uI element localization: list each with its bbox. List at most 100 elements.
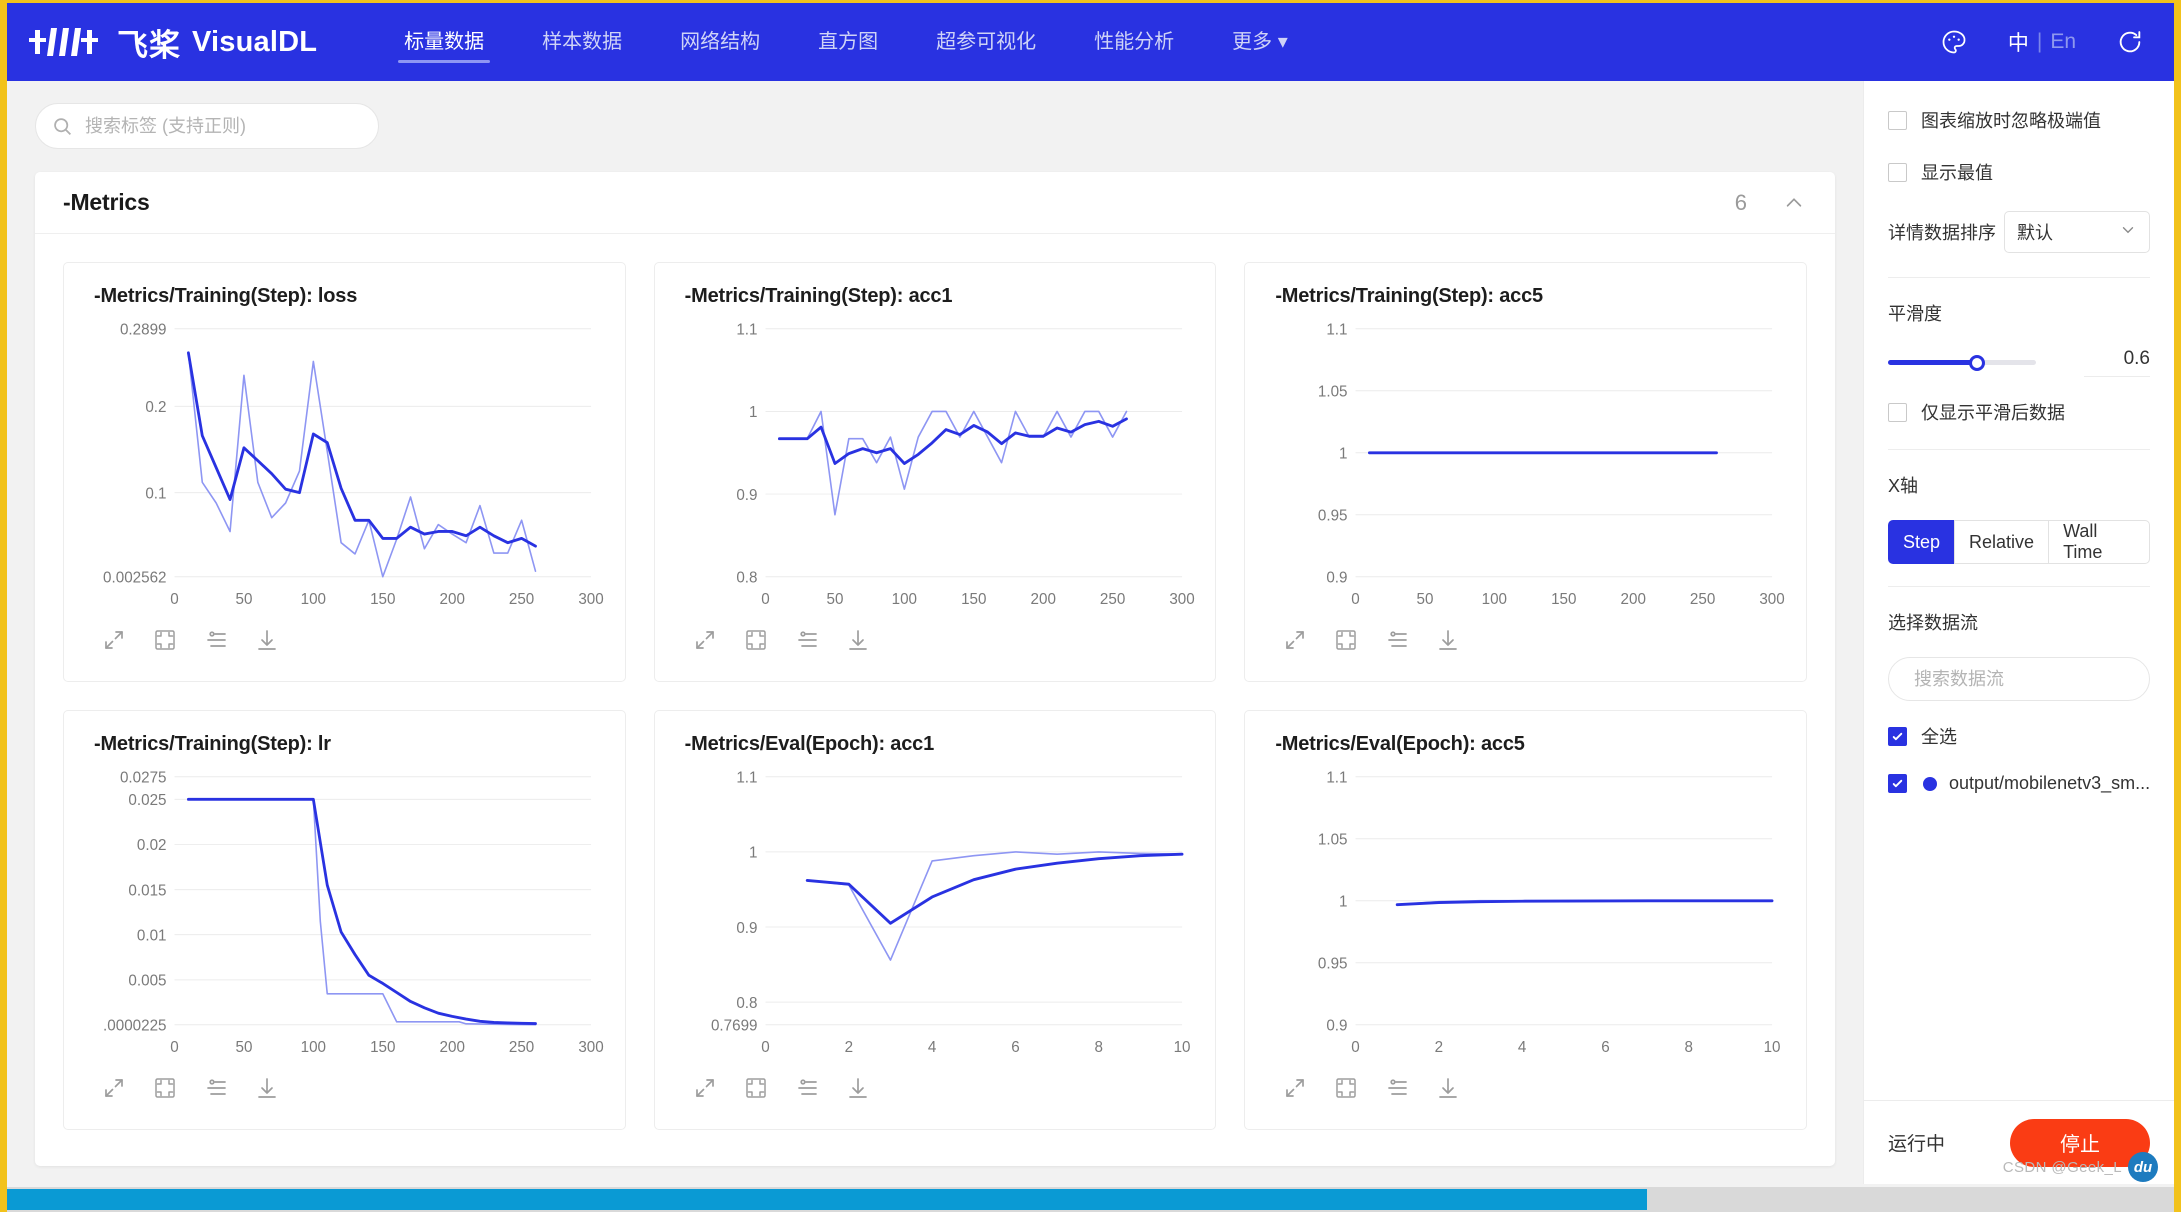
horizontal-scrollbar[interactable] bbox=[7, 1187, 2174, 1212]
language-toggle[interactable]: 中 | En bbox=[2008, 27, 2076, 57]
expand-icon[interactable] bbox=[693, 1076, 717, 1100]
stream-item-label: output/mobilenetv3_sm... bbox=[1949, 773, 2150, 793]
expand-icon[interactable] bbox=[102, 1076, 126, 1100]
chart-plot[interactable]: 1.1 1.05 1 0.95 0.9 0 50 100 150 200 250 300 bbox=[1261, 314, 1790, 626]
expand-icon[interactable] bbox=[102, 628, 126, 652]
checkbox-only-smoothed[interactable]: 仅显示平滑后数据 bbox=[1888, 399, 2150, 425]
metrics-panel-header[interactable]: -Metrics 6 bbox=[35, 172, 1835, 234]
palette-icon[interactable] bbox=[1940, 28, 1968, 56]
svg-text:100: 100 bbox=[301, 591, 326, 608]
fit-icon[interactable] bbox=[744, 628, 768, 652]
list-item[interactable]: output/mobilenetv3_sm... bbox=[1888, 773, 2150, 794]
chart-plot[interactable]: 1.1 1 0.9 0.8 0.7699 0 2 4 6 8 10 bbox=[671, 762, 1200, 1074]
svg-text:0.95: 0.95 bbox=[1318, 955, 1348, 972]
svg-text:1.05: 1.05 bbox=[1318, 831, 1348, 848]
nav-item-profiler[interactable]: 性能分析 bbox=[1088, 3, 1180, 81]
chart-toolbar bbox=[693, 1076, 1200, 1100]
slider-handle[interactable] bbox=[1968, 354, 1985, 371]
checkbox-box[interactable] bbox=[1888, 726, 1907, 746]
scrollbar-thumb[interactable] bbox=[7, 1189, 1647, 1210]
checkbox-box[interactable] bbox=[1888, 402, 1907, 422]
page-title: -Metrics bbox=[63, 189, 150, 215]
chart-plot[interactable]: 0.2899 0.2 0.1 0.002562 0 50 100 150 200 250 300 bbox=[80, 314, 609, 626]
svg-text:300: 300 bbox=[578, 1039, 603, 1056]
svg-text:50: 50 bbox=[826, 591, 843, 608]
chart-plot[interactable]: 1.1 1.05 1 0.95 0.9 0 2 4 6 8 10 bbox=[1261, 762, 1790, 1074]
chart-toolbar bbox=[1283, 628, 1790, 652]
svg-text:1.1: 1.1 bbox=[1327, 769, 1348, 786]
detail-sort-value: 默认 bbox=[2017, 223, 2053, 243]
svg-text:10: 10 bbox=[1764, 1039, 1781, 1056]
expand-icon[interactable] bbox=[1283, 628, 1307, 652]
tag-search-box[interactable] bbox=[35, 103, 379, 149]
nav-menu: 标量数据 样本数据 网络结构 直方图 超参可视化 性能分析 更多 ▾ bbox=[375, 3, 1317, 81]
download-icon[interactable] bbox=[846, 628, 870, 652]
checkbox-show-extremes[interactable]: 显示最值 bbox=[1888, 159, 2150, 185]
smoothing-slider[interactable] bbox=[1888, 354, 2036, 371]
download-icon[interactable] bbox=[846, 1076, 870, 1100]
svg-text:50: 50 bbox=[1417, 591, 1434, 608]
settings-sidebar: 图表缩放时忽略极端值 显示最值 详情数据排序 默认 平滑度 0.6 仅显示平滑后… bbox=[1863, 81, 2174, 1184]
filter-icon[interactable] bbox=[795, 628, 819, 652]
xaxis-option-step[interactable]: Step bbox=[1888, 520, 1956, 564]
fit-icon[interactable] bbox=[1334, 1076, 1358, 1100]
filter-icon[interactable] bbox=[204, 628, 228, 652]
filter-icon[interactable] bbox=[1385, 628, 1409, 652]
svg-text:0.005: 0.005 bbox=[128, 972, 166, 989]
fit-icon[interactable] bbox=[744, 1076, 768, 1100]
detail-sort-row: 详情数据排序 默认 bbox=[1888, 211, 2150, 253]
xaxis-segmented-control: Step Relative Wall Time bbox=[1888, 520, 2150, 564]
filter-icon[interactable] bbox=[1385, 1076, 1409, 1100]
download-icon[interactable] bbox=[1436, 1076, 1460, 1100]
fit-icon[interactable] bbox=[153, 1076, 177, 1100]
nav-right-actions: 中 | En bbox=[1900, 27, 2144, 57]
app-logo[interactable]: 飞桨 VisualDL bbox=[29, 20, 317, 65]
divider bbox=[1888, 449, 2150, 450]
fit-icon[interactable] bbox=[1334, 628, 1358, 652]
chart-plot[interactable]: 0.0275 0.025 0.02 0.015 0.01 0.005 .0000225 0 50… bbox=[80, 762, 609, 1074]
svg-text:0.01: 0.01 bbox=[137, 927, 167, 944]
fit-icon[interactable] bbox=[153, 628, 177, 652]
download-icon[interactable] bbox=[255, 1076, 279, 1100]
detail-sort-select[interactable]: 默认 bbox=[2004, 211, 2150, 253]
xaxis-option-relative[interactable]: Relative bbox=[1954, 520, 2050, 564]
nav-item-hyperparams[interactable]: 超参可视化 bbox=[930, 3, 1042, 81]
stream-select-all[interactable]: 全选 bbox=[1888, 723, 2150, 749]
checkbox-box[interactable] bbox=[1888, 774, 1907, 793]
chevron-up-icon[interactable] bbox=[1783, 192, 1805, 214]
nav-item-samples[interactable]: 样本数据 bbox=[536, 3, 628, 81]
nav-item-graph[interactable]: 网络结构 bbox=[674, 3, 766, 81]
checkbox-ignore-outliers[interactable]: 图表缩放时忽略极端值 bbox=[1888, 107, 2150, 133]
stream-search-input[interactable] bbox=[1914, 668, 2146, 690]
svg-text:0.002562: 0.002562 bbox=[103, 569, 166, 586]
search-input[interactable] bbox=[85, 115, 362, 137]
svg-text:1.1: 1.1 bbox=[1327, 321, 1348, 338]
svg-text:0.02: 0.02 bbox=[137, 837, 167, 854]
svg-text:300: 300 bbox=[578, 591, 603, 608]
svg-text:300: 300 bbox=[1760, 591, 1785, 608]
svg-text:0.8: 0.8 bbox=[736, 995, 757, 1012]
nav-item-histogram[interactable]: 直方图 bbox=[812, 3, 884, 81]
download-icon[interactable] bbox=[1436, 628, 1460, 652]
metrics-count-badge: 6 bbox=[1734, 189, 1747, 215]
nav-item-more[interactable]: 更多 ▾ bbox=[1226, 3, 1294, 81]
smoothing-value[interactable]: 0.6 bbox=[2084, 348, 2150, 377]
nav-item-scalar[interactable]: 标量数据 bbox=[398, 3, 491, 81]
checkbox-box[interactable] bbox=[1888, 162, 1907, 182]
xaxis-option-wall-time[interactable]: Wall Time bbox=[2048, 520, 2150, 564]
svg-text:200: 200 bbox=[1030, 591, 1055, 608]
filter-icon[interactable] bbox=[795, 1076, 819, 1100]
download-icon[interactable] bbox=[255, 628, 279, 652]
stream-search-box[interactable] bbox=[1888, 657, 2150, 701]
stop-button[interactable]: 停止 bbox=[2010, 1118, 2150, 1167]
checkbox-box[interactable] bbox=[1888, 110, 1907, 130]
chart-plot[interactable]: 1.1 1 0.9 0.8 0 50 100 150 200 250 300 bbox=[671, 314, 1200, 626]
filter-icon[interactable] bbox=[204, 1076, 228, 1100]
app-window: 飞桨 VisualDL 标量数据 样本数据 网络结构 直方图 超参可视化 性能分… bbox=[0, 0, 2181, 1212]
lang-option-en[interactable]: En bbox=[2050, 30, 2076, 54]
expand-icon[interactable] bbox=[693, 628, 717, 652]
expand-icon[interactable] bbox=[1283, 1076, 1307, 1100]
lang-option-cn[interactable]: 中 bbox=[2008, 27, 2029, 57]
refresh-icon[interactable] bbox=[2116, 28, 2144, 56]
svg-text:6: 6 bbox=[1602, 1039, 1610, 1056]
